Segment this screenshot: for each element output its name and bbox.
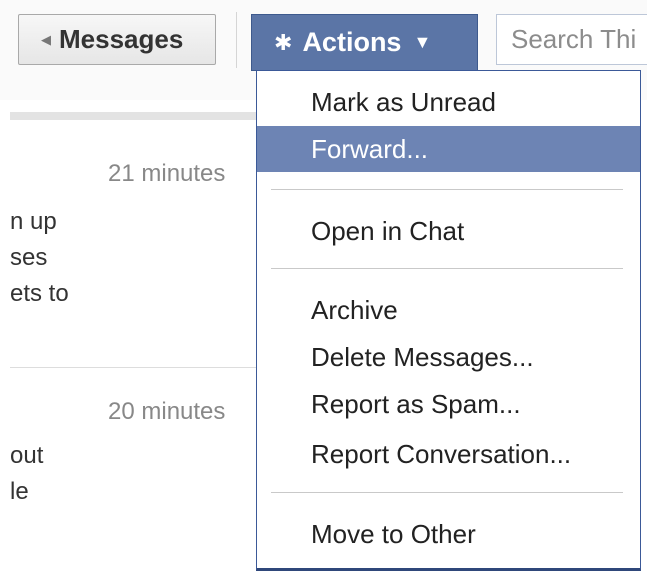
message-snippet-line: ses [10,244,48,271]
actions-dropdown-menu: Mark as Unread Forward... Open in Chat A… [256,70,641,571]
messages-back-button[interactable]: ◀ Messages [18,14,216,65]
caret-down-icon: ▼ [413,32,432,52]
actions-button[interactable]: ✱ Actions ▼ [251,14,478,71]
menu-item-open-in-chat[interactable]: Open in Chat [257,208,640,254]
list-header-rule [10,112,260,120]
menu-item-mark-as-unread[interactable]: Mark as Unread [257,79,640,125]
message-snippet-line: n up [10,208,57,235]
search-input[interactable]: Search Thi [496,14,647,65]
message-snippet-line: ets to [10,280,69,307]
message-time: 21 minutes [108,160,226,187]
chevron-left-icon: ◀ [41,31,51,47]
gear-icon: ✱ [274,29,293,55]
menu-item-delete-messages[interactable]: Delete Messages... [257,334,640,380]
message-snippet-line: out [10,442,44,469]
row-divider [10,367,260,368]
toolbar-divider [236,12,237,68]
actions-button-label: Actions [302,27,402,57]
message-list: 21 minutes n up ses ets to 20 minutes ou… [0,120,260,576]
message-time: 20 minutes [108,398,226,425]
menu-item-move-to-other[interactable]: Move to Other [257,511,640,557]
menu-item-archive[interactable]: Archive [257,287,640,333]
menu-item-forward[interactable]: Forward... [257,126,640,172]
menu-divider [271,268,623,269]
message-snippet-line: le [10,478,29,505]
menu-divider [271,492,623,493]
menu-divider [271,189,623,190]
search-placeholder: Search Thi [511,24,637,54]
menu-item-report-as-spam[interactable]: Report as Spam... [257,381,640,427]
menu-item-report-conversation[interactable]: Report Conversation... [257,431,640,477]
messages-button-label: Messages [59,24,184,54]
